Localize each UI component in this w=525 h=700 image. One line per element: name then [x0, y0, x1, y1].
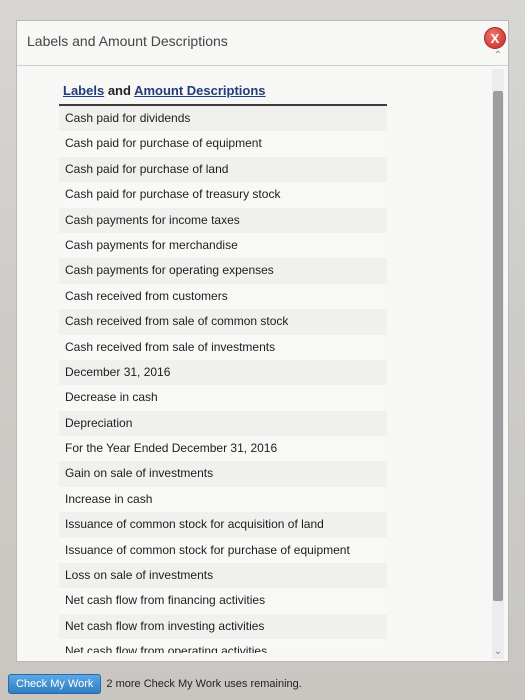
list-header: Labels and Amount Descriptions	[59, 81, 387, 106]
list-header-labels: Labels	[63, 83, 105, 98]
title-divider	[17, 65, 508, 66]
list-item[interactable]: Increase in cash	[59, 486, 387, 513]
list-item[interactable]: Net cash flow from financing activities	[59, 588, 387, 614]
scroll-up-icon[interactable]: ⌃	[493, 51, 503, 61]
list-item[interactable]: Issuance of common stock for acquisition…	[59, 512, 387, 538]
list-item[interactable]: Cash paid for dividends	[59, 106, 387, 132]
list-item[interactable]: Cash paid for purchase of treasury stock	[59, 182, 387, 208]
list-item[interactable]: Depreciation	[59, 410, 387, 437]
list-item[interactable]: Cash received from sale of investments	[59, 334, 387, 360]
list-item[interactable]: Cash received from sale of common stock	[59, 309, 387, 335]
list-item[interactable]: December 31, 2016	[59, 359, 387, 386]
list-header-amount-descriptions: Amount Descriptions	[134, 83, 266, 98]
list-item[interactable]: For the Year Ended December 31, 2016	[59, 436, 387, 462]
list-item[interactable]: Loss on sale of investments	[59, 563, 387, 589]
list-item[interactable]: Net cash flow from operating activities	[59, 639, 387, 653]
labels-dialog: Labels and Amount Descriptions X ⌃ ⌄ Lab…	[16, 20, 509, 662]
scroll-down-icon[interactable]: ⌄	[492, 645, 504, 659]
list-item[interactable]: Decrease in cash	[59, 385, 387, 411]
list-item[interactable]: Cash received from customers	[59, 283, 387, 310]
list-item[interactable]: Cash paid for purchase of equipment	[59, 131, 387, 157]
footer-bar: Check My Work 2 more Check My Work uses …	[8, 674, 302, 694]
list-item[interactable]: Cash payments for operating expenses	[59, 258, 387, 284]
close-icon[interactable]: X	[484, 27, 506, 49]
labels-list: Labels and Amount Descriptions Cash paid…	[59, 81, 387, 653]
list-header-and: and	[107, 83, 131, 98]
list-item[interactable]: Cash payments for income taxes	[59, 207, 387, 233]
dialog-title: Labels and Amount Descriptions	[27, 33, 228, 49]
check-my-work-button[interactable]: Check My Work	[8, 674, 102, 694]
remaining-uses-text: 2 more Check My Work uses remaining.	[106, 678, 302, 690]
list-item[interactable]: Net cash flow from investing activities	[59, 613, 387, 640]
list-items: Cash paid for dividends Cash paid for pu…	[59, 106, 387, 653]
list-item[interactable]: Issuance of common stock for purchase of…	[59, 537, 387, 564]
list-item[interactable]: Cash payments for merchandise	[59, 232, 387, 259]
list-item[interactable]: Cash paid for purchase of land	[59, 156, 387, 183]
scrollbar[interactable]: ⌄	[492, 69, 504, 659]
list-item[interactable]: Gain on sale of investments	[59, 461, 387, 487]
scroll-thumb[interactable]	[493, 91, 503, 601]
